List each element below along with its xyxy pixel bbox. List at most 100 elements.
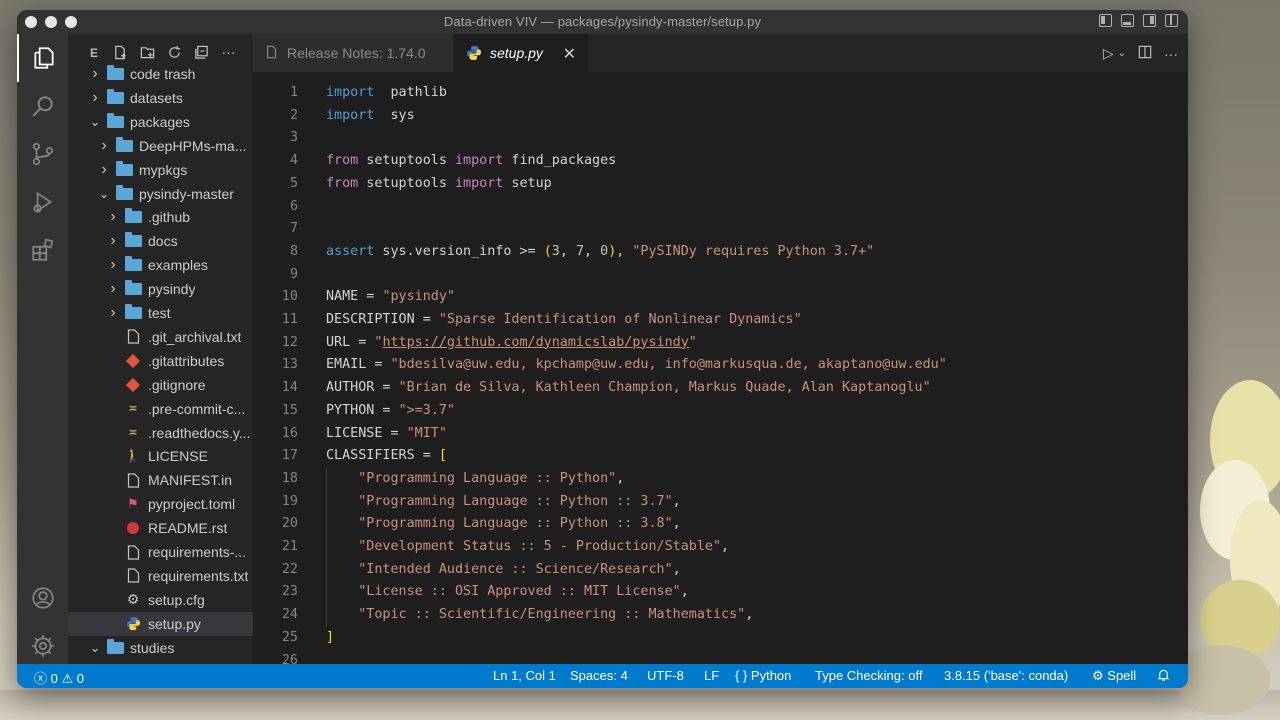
code-line[interactable]: 10 NAME = "pysindy": [253, 286, 1188, 309]
tree-folder[interactable]: › mypkgs: [68, 158, 253, 182]
notifications-bell-icon[interactable]: [1157, 668, 1170, 685]
folder-icon: [124, 280, 142, 297]
code-line[interactable]: 18 "Programming Language :: Python",: [253, 468, 1188, 491]
code-token: ": [688, 334, 697, 350]
tree-folder[interactable]: › .github: [68, 205, 253, 229]
code-line[interactable]: 15 PYTHON = ">=3.7": [253, 400, 1188, 423]
eol-setting[interactable]: LF: [704, 668, 719, 683]
code-line[interactable]: 6: [253, 196, 1188, 219]
code-line[interactable]: 9: [253, 264, 1188, 287]
cursor-position[interactable]: Ln 1, Col 1: [493, 668, 556, 683]
problems-indicator[interactable]: ⓧ 0 ⚠ 0: [34, 668, 84, 687]
code-line[interactable]: 17 CLASSIFIERS = [: [253, 445, 1188, 468]
tree-folder[interactable]: › code trash: [68, 62, 253, 86]
toggle-panel-icon[interactable]: [1121, 14, 1134, 27]
run-and-debug-icon[interactable]: [17, 178, 68, 226]
more-actions-icon[interactable]: ···: [221, 45, 236, 60]
code-line[interactable]: 2 import sys: [253, 105, 1188, 128]
new-folder-icon[interactable]: [140, 45, 155, 60]
run-python-file-icon[interactable]: ▷: [1103, 45, 1114, 62]
spell-checker[interactable]: ⚙ Spell: [1092, 668, 1136, 684]
code-line[interactable]: 14 AUTHOR = "Brian de Silva, Kathleen Cha…: [253, 377, 1188, 400]
tree-folder[interactable]: › examples: [68, 253, 253, 277]
code-line[interactable]: 23 "License :: OSI Approved :: MIT Licen…: [253, 581, 1188, 604]
tree-file[interactable]: .gitattributes: [68, 349, 253, 373]
folder-icon: [115, 160, 133, 178]
toggle-primary-sidebar-icon[interactable]: [1099, 14, 1112, 27]
code-line[interactable]: 20 "Programming Language :: Python :: 3.…: [253, 513, 1188, 536]
more-editor-actions-icon[interactable]: ···: [1164, 46, 1178, 62]
tree-folder[interactable]: › docs: [68, 229, 253, 253]
source-control-icon[interactable]: [17, 130, 68, 178]
tree-item-label: test: [148, 305, 171, 321]
python-interpreter[interactable]: 3.8.15 ('base': conda): [944, 668, 1068, 683]
warning-icon: ⚠: [61, 671, 74, 686]
code-line[interactable]: 24 "Topic :: Scientific/Engineering :: M…: [253, 604, 1188, 627]
tree-folder[interactable]: ⌄ packages: [68, 110, 253, 134]
tree-file[interactable]: .gitignore: [68, 373, 253, 397]
search-icon[interactable]: [17, 82, 68, 130]
toggle-secondary-sidebar-icon[interactable]: [1143, 14, 1156, 27]
code-line[interactable]: 22 "Intended Audience :: Science/Researc…: [253, 559, 1188, 582]
tree-file[interactable]: requirements-...: [68, 540, 253, 564]
code-line[interactable]: 1 import pathlib: [253, 82, 1188, 105]
tab-release-notes[interactable]: Release Notes: 1.74.0: [253, 34, 453, 72]
tree-file[interactable]: requirements.txt: [68, 564, 253, 588]
tree-folder[interactable]: › datasets: [68, 86, 253, 110]
code-line[interactable]: 13 EMAIL = "bdesilva@uw.edu, kpchamp@uw.e…: [253, 354, 1188, 377]
refresh-explorer-icon[interactable]: [167, 45, 182, 60]
close-tab-icon[interactable]: ✕: [563, 44, 576, 64]
code-line[interactable]: 8 assert sys.version_info >= (3, 7, 0), "…: [253, 241, 1188, 264]
tree-file[interactable]: ⚙ setup.cfg: [68, 588, 253, 612]
code-token: ,: [559, 243, 576, 259]
tree-file[interactable]: README.rst: [68, 516, 253, 540]
code-line[interactable]: 21 "Development Status :: 5 - Production…: [253, 536, 1188, 559]
code-line[interactable]: 4 from setuptools import find_packages: [253, 150, 1188, 173]
code-editor[interactable]: 1 import pathlib 2 import sys 3 4 from setupto…: [253, 72, 1188, 664]
code-line[interactable]: 11 DESCRIPTION = "Sparse Identification o…: [253, 309, 1188, 332]
tree-folder[interactable]: ⌄ studies: [68, 636, 253, 660]
code-line[interactable]: 16 LICENSE = "MIT": [253, 423, 1188, 446]
tree-folder[interactable]: › DeepHPMs-ma...: [68, 134, 253, 158]
tree-file[interactable]: setup.py: [68, 611, 253, 636]
extensions-icon[interactable]: [17, 226, 68, 274]
code-line[interactable]: 26: [253, 650, 1188, 665]
code-token: "License :: OSI Approved :: MIT License": [358, 584, 681, 600]
tab-setup-py[interactable]: setup.py ✕: [454, 34, 588, 72]
tree-file[interactable]: ≍ .pre-commit-c...: [68, 397, 253, 421]
tree-file[interactable]: 🚶 LICENSE: [68, 444, 253, 468]
chevron-down-icon: ⌄: [89, 113, 101, 129]
run-dropdown-chevron-icon[interactable]: ⌄: [1118, 48, 1126, 59]
language-mode[interactable]: { } Python: [735, 668, 791, 683]
tree-file[interactable]: ⚑ pyproject.toml: [68, 492, 253, 516]
code-line[interactable]: 7: [253, 218, 1188, 241]
tree-folder[interactable]: ⌄ pysindy-master: [68, 182, 253, 206]
code-token: ,: [680, 584, 689, 600]
code-line[interactable]: 12 URL = "https://github.com/dynamicslab/…: [253, 332, 1188, 355]
code-line[interactable]: 5 from setuptools import setup: [253, 173, 1188, 196]
tab-label: setup.py: [490, 45, 543, 61]
tree-file[interactable]: MANIFEST.in: [68, 468, 253, 492]
explorer-icon[interactable]: [17, 34, 68, 82]
indentation-setting[interactable]: Spaces: 4: [570, 668, 628, 683]
tree-folder[interactable]: › pysindy: [68, 277, 253, 301]
tree-item-label: code trash: [130, 66, 196, 82]
collapse-folders-icon[interactable]: [194, 45, 209, 60]
customize-layout-icon[interactable]: [1165, 14, 1178, 27]
accounts-icon[interactable]: [17, 574, 68, 622]
tree-file[interactable]: .git_archival.txt: [68, 325, 253, 349]
folder-icon: [115, 184, 133, 202]
tree-file[interactable]: ≍ .readthedocs.y...: [68, 421, 253, 445]
code-line[interactable]: 3: [253, 127, 1188, 150]
tree-folder[interactable]: › test: [68, 301, 253, 325]
new-file-icon[interactable]: [113, 45, 128, 60]
type-checking-status[interactable]: Type Checking: off: [815, 668, 922, 683]
code-line[interactable]: 19 "Programming Language :: Python :: 3.…: [253, 491, 1188, 514]
manage-gear-icon[interactable]: [17, 622, 68, 670]
code-text: URL = "https://github.com/dynamicslab/py…: [326, 332, 697, 355]
tree-item-label: packages: [130, 113, 190, 130]
code-token: ,: [672, 493, 681, 509]
code-line[interactable]: 25]: [253, 627, 1188, 650]
split-editor-icon[interactable]: [1138, 45, 1152, 62]
encoding-setting[interactable]: UTF-8: [647, 668, 684, 683]
